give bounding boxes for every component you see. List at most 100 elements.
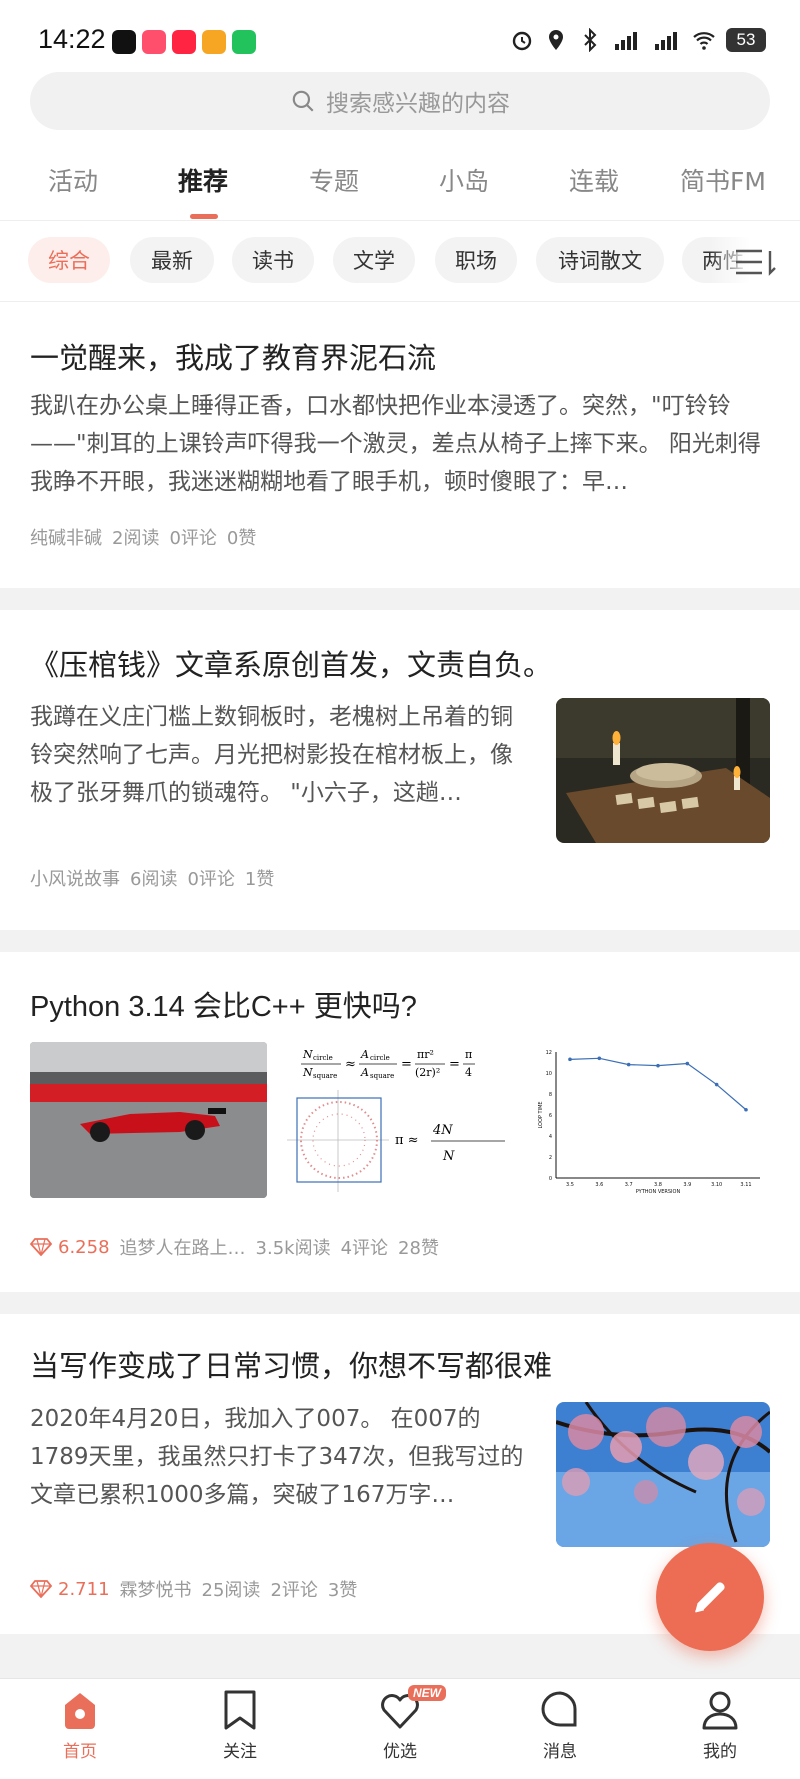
article-comments: 2评论 [270, 1580, 318, 1601]
article-likes: 1赞 [244, 869, 275, 890]
nav-featured[interactable]: NEW 优选 [350, 1685, 450, 1762]
tab-island[interactable]: 小岛 [439, 162, 489, 198]
signal-5g-icon [615, 32, 637, 50]
formula-a-square: A [360, 1066, 369, 1079]
search-icon [292, 90, 314, 112]
nav-profile[interactable]: 我的 [670, 1687, 770, 1762]
chart-x-tick-label: 3.11 [740, 1182, 751, 1188]
article-thumbnail-candles-coins[interactable] [556, 698, 770, 843]
chart-point [714, 1082, 719, 1087]
formula-2r-sq: (2r)² [415, 1066, 440, 1079]
article-card[interactable]: Python 3.14 会比C++ 更快吗? N circle N square… [0, 952, 800, 1292]
search-placeholder: 搜索感兴趣的内容 [326, 91, 510, 117]
nav-follow-label: 关注 [223, 1742, 257, 1762]
article-comments: 0评论 [169, 528, 217, 549]
article-likes: 28赞 [398, 1238, 439, 1259]
article-image-loop-time-chart[interactable]: 12 10 8 6 4 2 0 3.5 3.6 3.7 3.8 3.9 3.10 3.11 PYTHON V… [534, 1042, 771, 1198]
article-score-value: 6.258 [58, 1236, 110, 1258]
article-image-pi-formula[interactable]: N circle N square ≈ A circle A square = … [283, 1042, 520, 1198]
formula-pi: π [465, 1048, 472, 1061]
chart-x-tick-label: 3.9 [683, 1182, 691, 1188]
tab-serial[interactable]: 连载 [569, 162, 619, 198]
article-reads: 3.5k阅读 [255, 1238, 331, 1259]
bookmark-icon [224, 1690, 256, 1730]
chip-workplace[interactable]: 职场 [435, 237, 517, 283]
search-input[interactable]: 搜索感兴趣的内容 [30, 72, 770, 130]
formula-n-square: N [302, 1066, 313, 1079]
article-meta: 纯碱非碱 2阅读 0评论 0赞 [30, 524, 256, 550]
article-title[interactable]: Python 3.14 会比C++ 更快吗? [30, 983, 417, 1025]
article-abstract: 我趴在办公桌上睡得正香，口水都快把作业本浸透了。突然，"叮铃铃——"刺耳的上课铃… [30, 393, 761, 495]
pencil-icon [695, 1582, 725, 1613]
formula-four: 4 [465, 1066, 472, 1079]
nav-home[interactable]: 首页 [30, 1687, 130, 1762]
article-reads: 25阅读 [201, 1580, 261, 1601]
tiktok-icon [112, 30, 136, 54]
wechat-icon [232, 30, 256, 54]
race-car-image [30, 1042, 267, 1198]
article-author[interactable]: 霖梦悦书 [120, 1576, 192, 1602]
article-title[interactable]: 当写作变成了日常习惯，你想不写都很难 [30, 1343, 552, 1385]
formula-pi-r2: πr² [417, 1048, 434, 1061]
active-tab-indicator [190, 214, 218, 219]
chip-latest[interactable]: 最新 [130, 237, 214, 283]
article-thumbnail-blossom-tree[interactable] [556, 1402, 770, 1547]
chart-y-label: LOOP TIME [538, 1101, 544, 1128]
tab-recommend[interactable]: 推荐 [178, 162, 228, 198]
user-icon [702, 1691, 738, 1730]
article-reads: 6阅读 [130, 869, 178, 890]
tab-jianshu-fm[interactable]: 简书FM [680, 162, 766, 198]
new-badge: NEW [408, 1685, 446, 1701]
formula-sub-square-2: square [370, 1072, 394, 1080]
formula-sub-circle: circle [313, 1054, 333, 1062]
nav-featured-label: 优选 [383, 1742, 417, 1762]
article-title[interactable]: 一觉醒来，我成了教育界泥石流 [30, 335, 436, 377]
bottom-navigation: 首页 关注 NEW 优选 消息 我的 [0, 1678, 800, 1779]
chip-reading[interactable]: 读书 [232, 237, 314, 283]
chart-point [597, 1056, 602, 1061]
chart-y-tick-label: 2 [549, 1155, 552, 1161]
article-abstract: 我蹲在义庄门槛上数铜板时，老槐树上吊着的铜铃突然响了七声。月光把树影投在棺材板上… [30, 704, 513, 806]
tab-activity[interactable]: 活动 [48, 162, 98, 198]
category-chips: 综合 最新 读书 文学 职场 诗词散文 两性 [0, 221, 800, 302]
chart-point [626, 1062, 631, 1067]
chart-y-tick-label: 6 [549, 1113, 552, 1119]
formula-4n: 4N [432, 1123, 453, 1138]
compose-button[interactable] [656, 1543, 764, 1651]
article-author[interactable]: 追梦人在路上… [120, 1234, 246, 1260]
article-card[interactable]: 《压棺钱》文章系原创首发，文责自负。 我蹲在义庄门槛上数铜板时，老槐树上吊着的铜… [0, 610, 800, 930]
formula-pi-approx: π ≈ [395, 1133, 419, 1148]
article-meta: 6.258 追梦人在路上… 3.5k阅读 4评论 28赞 [30, 1234, 439, 1260]
candle-coins-image [556, 698, 770, 843]
article-author[interactable]: 小风说故事 [30, 865, 120, 891]
battery-indicator: 53 [726, 28, 766, 52]
category-menu-icon[interactable] [734, 247, 776, 277]
formula-equals-2: = [449, 1057, 460, 1072]
search-bar-container: 搜索感兴趣的内容 [0, 70, 800, 140]
article-author[interactable]: 纯碱非碱 [30, 524, 102, 550]
chip-literature[interactable]: 文学 [333, 237, 415, 283]
article-abstract: 2020年4月20日，我加入了007。 在007的1789天里，我虽然只打卡了3… [30, 1406, 524, 1508]
blossom-tree-image [556, 1402, 770, 1547]
nav-messages[interactable]: 消息 [510, 1687, 610, 1762]
chip-general[interactable]: 综合 [28, 237, 110, 283]
chart-point [744, 1107, 748, 1112]
article-score: 6.258 [30, 1237, 110, 1258]
formula-sub-square: square [313, 1072, 337, 1080]
tab-topics[interactable]: 专题 [309, 162, 359, 198]
alarm-icon [512, 31, 532, 51]
wifi-icon [693, 32, 715, 50]
formula-sub-circle-2: circle [370, 1054, 390, 1062]
home-icon [65, 1693, 95, 1729]
nav-messages-label: 消息 [543, 1742, 577, 1762]
article-score-value: 2.711 [58, 1578, 110, 1600]
article-meta: 小风说故事 6阅读 0评论 1赞 [30, 865, 274, 891]
article-title[interactable]: 《压棺钱》文章系原创首发，文责自负。 [30, 642, 552, 684]
chip-poetry-prose[interactable]: 诗词散文 [536, 237, 664, 283]
article-image-race-car[interactable] [30, 1042, 267, 1198]
article-card[interactable]: 一觉醒来，我成了教育界泥石流 我趴在办公桌上睡得正香，口水都快把作业本浸透了。突… [0, 302, 800, 588]
article-likes: 0赞 [226, 528, 257, 549]
chart-y-tick-label: 0 [549, 1176, 552, 1182]
delivery-app-icon [202, 30, 226, 54]
nav-follow[interactable]: 关注 [190, 1687, 290, 1762]
